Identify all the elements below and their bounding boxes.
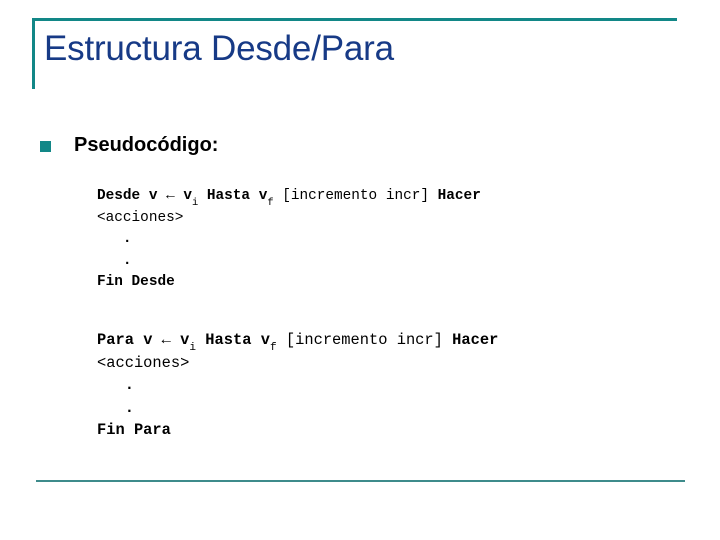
- code-line: <acciones>: [97, 208, 481, 230]
- title-underline-horizontal-rule: [32, 18, 677, 21]
- code-segment: [incremento incr]: [282, 188, 430, 204]
- code-segment: ←: [161, 331, 171, 349]
- code-segment: f: [269, 342, 277, 355]
- code-segment: v: [174, 188, 193, 204]
- code-line: .: [97, 374, 498, 397]
- code-segment: <acciones>: [97, 209, 184, 226]
- code-segment: v: [143, 331, 162, 349]
- code-line: Para v ← vi Hasta vf [incremento incr] H…: [97, 329, 499, 355]
- code-segment: Desde: [97, 188, 149, 204]
- code-segment: Para: [97, 331, 144, 349]
- code-segment: [incremento incr]: [285, 331, 443, 349]
- code-segment: .: [97, 398, 134, 417]
- page-title: Estructura Desde/Para: [44, 29, 394, 68]
- code-segment: Hacer: [442, 331, 499, 349]
- code-block-desde: Desde v ← vi Hasta vf [incremento incr] …: [97, 186, 481, 294]
- footer-rule: [36, 480, 685, 482]
- code-segment: v: [260, 331, 270, 349]
- code-segment: Fin Para: [97, 421, 171, 439]
- code-segment: i: [192, 196, 199, 209]
- bullet-row-pseudocodigo: Pseudocódigo:: [40, 133, 218, 157]
- code-line: .: [97, 229, 481, 251]
- square-bullet-icon: [40, 140, 51, 152]
- code-line: Fin Para: [97, 419, 498, 442]
- title-accent-vertical-rule: [32, 18, 35, 89]
- code-line: .: [97, 397, 498, 420]
- code-line: <acciones>: [97, 352, 498, 375]
- code-segment: v: [170, 331, 190, 349]
- code-line: Desde v ← vi Hasta vf [incremento incr] …: [97, 186, 481, 208]
- code-segment: .: [97, 231, 132, 247]
- code-segment: f: [267, 196, 274, 209]
- code-segment: Fin Desde: [97, 274, 175, 290]
- code-segment: i: [189, 342, 197, 355]
- code-segment: <acciones>: [97, 353, 190, 372]
- bullet-label: Pseudocódigo:: [74, 134, 219, 156]
- code-line: .: [97, 251, 481, 273]
- code-segment: v: [148, 188, 167, 204]
- slide-canvas: Estructura Desde/Para Pseudocódigo: Desd…: [0, 0, 720, 540]
- code-segment: Hacer: [429, 188, 481, 204]
- code-segment: .: [97, 252, 132, 269]
- code-segment: Hasta: [198, 188, 259, 204]
- code-line: Fin Desde: [97, 272, 481, 294]
- code-segment: Hasta: [196, 331, 261, 349]
- code-block-para: Para v ← vi Hasta vf [incremento incr] H…: [97, 329, 498, 442]
- code-segment: ←: [166, 188, 175, 204]
- code-segment: .: [97, 376, 134, 394]
